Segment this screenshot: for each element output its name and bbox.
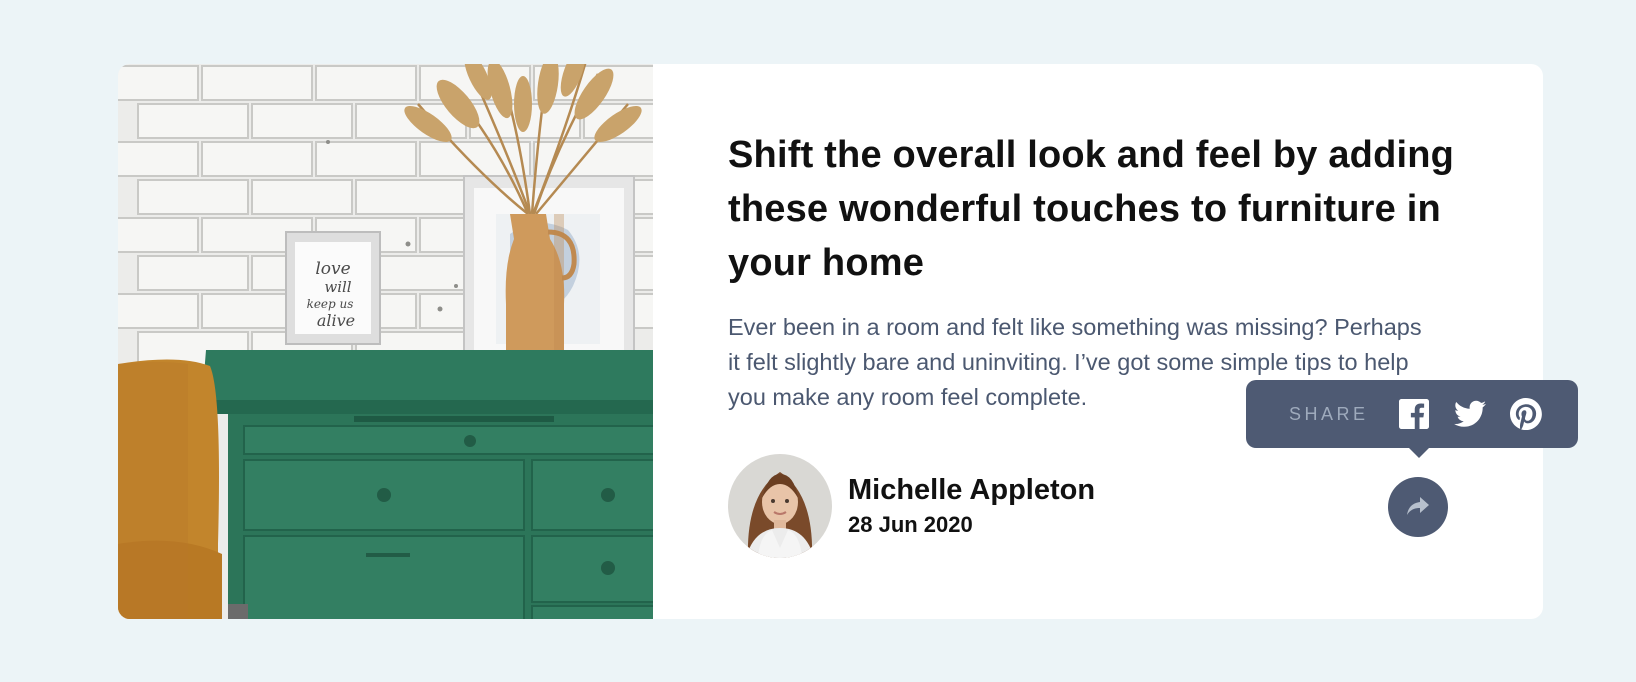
article-content: Shift the overall look and feel by addin… (728, 128, 1468, 415)
article-image: love will keep us alive (118, 64, 653, 619)
twitter-icon[interactable] (1453, 397, 1487, 431)
pinterest-icon[interactable] (1509, 397, 1543, 431)
author-block: Michelle Appleton 28 Jun 2020 (728, 454, 1095, 558)
share-arrow-icon (1407, 496, 1429, 518)
article-title[interactable]: Shift the overall look and feel by addin… (728, 128, 1468, 290)
svg-text:keep us: keep us (307, 297, 354, 311)
svg-text:will: will (324, 278, 351, 296)
author-name: Michelle Appleton (848, 474, 1096, 506)
article-card: love will keep us alive Shift the overal… (118, 64, 1578, 619)
publish-date: 28 Jun 2020 (848, 512, 973, 537)
author-meta: Michelle Appleton 28 Jun 2020 (848, 472, 1095, 540)
frame-lettering: love (315, 259, 350, 279)
share-popover: SHARE (1246, 380, 1578, 458)
share-button[interactable] (1388, 477, 1448, 537)
avatar (728, 454, 832, 558)
facebook-icon[interactable] (1397, 397, 1431, 431)
share-label: SHARE (1289, 403, 1369, 424)
svg-text:alive: alive (317, 311, 355, 330)
